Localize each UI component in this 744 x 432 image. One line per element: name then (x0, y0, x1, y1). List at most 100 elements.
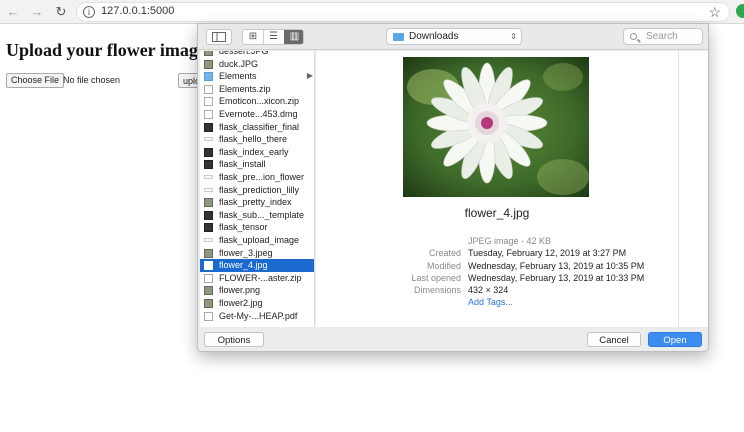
file-name: flask_prediction_lilly (219, 184, 300, 195)
dimensions-label: Dimensions (413, 285, 461, 296)
empty-column (678, 51, 708, 327)
file-list-item[interactable]: flower2.jpg (200, 297, 314, 310)
info-icon[interactable]: i (83, 6, 95, 18)
file-status-text: No file chosen (63, 75, 121, 85)
file-kind: JPEG image - 42 KB (468, 236, 552, 246)
back-arrow-icon[interactable]: ← (4, 3, 22, 21)
view-mode-control: ⊞ ☰ ▥ (242, 29, 304, 45)
file-list-item[interactable]: flower.png (200, 284, 314, 297)
browser-toolbar: ← → ↻ i 127.0.0.1:5000 ☆ (0, 0, 744, 24)
zip-icon (204, 84, 213, 94)
page-title: Upload your flower image (6, 40, 206, 60)
file-list-item[interactable]: flask_install (200, 158, 314, 171)
file-name: flower_4.jpg (219, 260, 268, 271)
dimensions-value: 432 × 324 (468, 285, 509, 296)
file-list-item[interactable]: flask_pretty_index (200, 196, 314, 209)
file-list-item[interactable]: flask_prediction_lilly (200, 184, 314, 197)
file-list-item[interactable]: flower_4.jpg (200, 259, 314, 272)
created-label: Created (428, 248, 461, 259)
file-list-item[interactable]: FLOWER-...aster.zip (200, 272, 314, 285)
image-icon (204, 59, 213, 69)
dialog-toolbar: ⊞ ☰ ▥ Downloads ⇕ Search (198, 24, 708, 50)
file-list-item[interactable]: Get-My-...HEAP.pdf (200, 310, 314, 323)
search-input[interactable]: Search (623, 28, 703, 45)
zip-icon (204, 273, 213, 283)
blank-file-icon (204, 238, 213, 242)
chevron-right-icon: ▶ (306, 71, 313, 81)
zip-icon (204, 110, 213, 119)
file-list-item[interactable]: flask_sub..._template (200, 209, 314, 222)
add-tags-link[interactable]: Add Tags... (468, 296, 644, 308)
last-opened-value: Wednesday, February 13, 2019 at 10:33 PM (468, 272, 645, 283)
dark-file-icon (204, 160, 213, 170)
file-name: Elements (219, 71, 257, 82)
dark-file-icon (204, 223, 213, 233)
file-name: dessert.JPG (219, 51, 269, 56)
file-list-item[interactable]: flower_3.jpeg (200, 247, 314, 260)
cancel-button[interactable]: Cancel (587, 332, 641, 347)
sidebar-icon (212, 32, 226, 42)
created-value: Tuesday, February 12, 2019 at 3:27 PM (468, 248, 627, 259)
search-icon (630, 33, 637, 40)
file-name: Get-My-...HEAP.pdf (219, 310, 298, 321)
file-list-item[interactable]: dessert.JPG (200, 51, 314, 58)
file-name: flask_sub..._template (219, 209, 305, 220)
bookmark-star-icon[interactable]: ☆ (708, 4, 721, 21)
file-name: flask_hello_there (219, 134, 288, 145)
list-view-icon[interactable]: ☰ (263, 30, 283, 44)
url-text[interactable]: 127.0.0.1:5000 (101, 5, 174, 17)
image-icon (204, 299, 213, 308)
location-label: Downloads (409, 31, 459, 42)
file-list-item[interactable]: flask_hello_there (200, 133, 314, 146)
file-list-item[interactable]: duck.JPG (200, 58, 314, 71)
preview-filename: flower_4.jpg (464, 206, 530, 220)
file-list-item[interactable]: flask_upload_image (200, 234, 314, 247)
forward-arrow-icon[interactable]: → (28, 3, 46, 21)
blank-file-icon (204, 175, 213, 179)
sidebar-toggle-button[interactable] (206, 29, 232, 45)
file-name: FLOWER-...aster.zip (219, 272, 302, 283)
modified-label: Modified (426, 260, 461, 271)
reload-icon[interactable]: ↻ (52, 3, 70, 21)
preview-pane: flower_4.jpg Created Modified Last opene… (316, 51, 678, 327)
file-list-item[interactable]: Elements ▶ (200, 70, 314, 83)
file-list-item[interactable]: flask_pre...ion_flower (200, 171, 314, 184)
zip-icon (204, 311, 213, 321)
file-name: flower_3.jpeg (219, 247, 273, 258)
open-button[interactable]: Open (648, 332, 702, 347)
file-list-item[interactable]: Elements.zip (200, 83, 314, 96)
location-dropdown[interactable]: Downloads ⇕ (386, 28, 522, 45)
file-list-item[interactable]: Emoticon...xicon.zip (200, 95, 314, 108)
last-opened-label: Last opened (411, 272, 461, 283)
icon-view-icon[interactable]: ⊞ (243, 30, 263, 44)
file-list-item[interactable]: flask_index_early (200, 146, 314, 159)
image-icon (204, 261, 213, 271)
file-list-item[interactable]: flask_tensor (200, 221, 314, 234)
file-name: Emoticon...xicon.zip (219, 96, 300, 107)
file-name: flask_tensor (219, 222, 268, 233)
options-button[interactable]: Options (204, 332, 264, 347)
file-name: Elements.zip (219, 83, 271, 94)
metadata-values: JPEG image - 42 KB Tuesday, February 12,… (468, 235, 644, 309)
file-open-dialog: ⊞ ☰ ▥ Downloads ⇕ Search dessert.JPG duck… (197, 23, 709, 352)
file-list-item[interactable]: flask_classifier_final (200, 121, 314, 134)
address-bar[interactable]: i 127.0.0.1:5000 ☆ (76, 2, 730, 22)
choose-file-button[interactable]: Choose File (6, 73, 65, 88)
blank-file-icon (204, 187, 213, 192)
column-view-icon[interactable]: ▥ (284, 30, 303, 44)
flower-preview-image (403, 57, 589, 197)
file-list-item[interactable]: Evernote...453.dmg (200, 108, 314, 121)
file-name: flower2.jpg (219, 298, 263, 308)
metadata-labels: Created Modified Last opened Dimensions (411, 235, 461, 296)
dark-file-icon (204, 147, 213, 157)
file-name: flask_pre...ion_flower (219, 172, 305, 182)
file-name: duck.JPG (219, 58, 259, 69)
extension-icon[interactable] (736, 4, 744, 18)
file-list[interactable]: dessert.JPG duck.JPG Elements ▶ Elements.zip… (200, 51, 315, 327)
file-name: flask_classifier_final (219, 121, 300, 132)
blank-file-icon (204, 137, 213, 142)
file-name: flower.png (219, 285, 261, 296)
dark-file-icon (204, 122, 213, 132)
image-icon (204, 248, 213, 258)
image-icon (204, 198, 213, 208)
